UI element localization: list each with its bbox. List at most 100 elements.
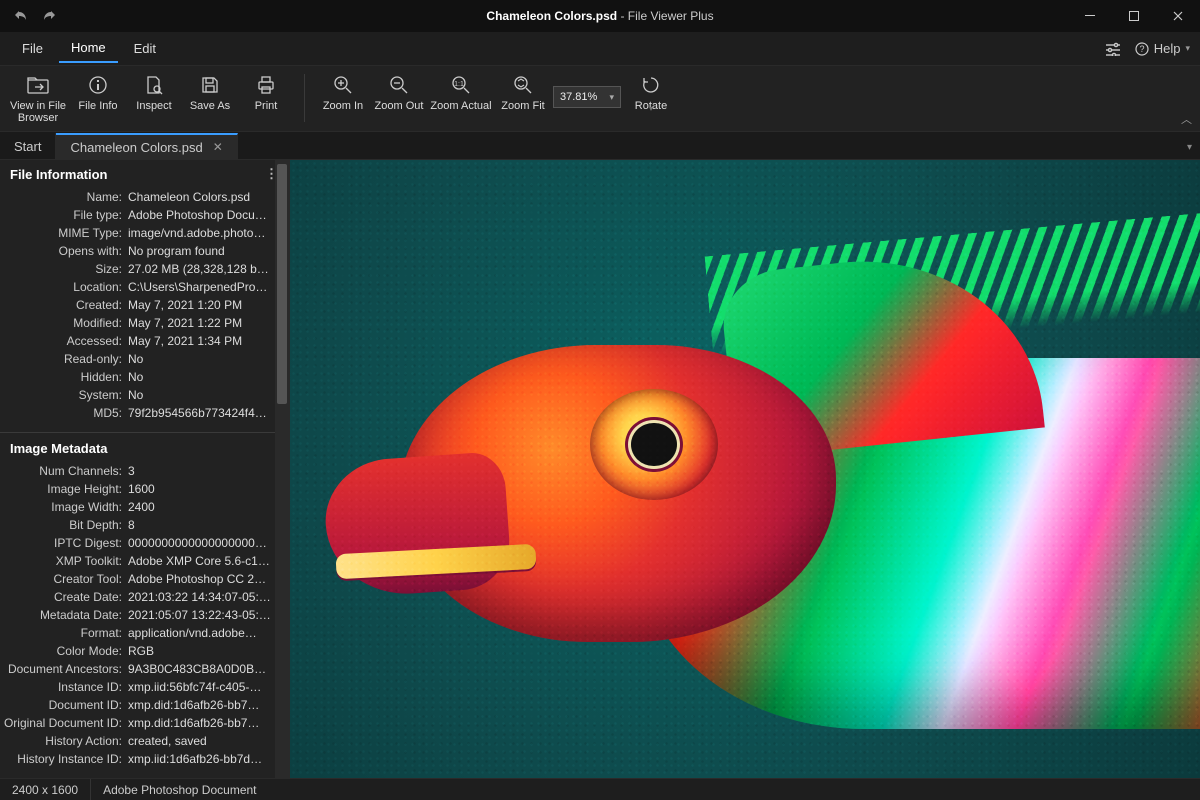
print-icon bbox=[256, 74, 276, 96]
info-value: No bbox=[128, 388, 289, 402]
tool-label: View in File Browser bbox=[10, 100, 66, 124]
info-row: Color Mode:RGB bbox=[0, 642, 289, 660]
info-value: May 7, 2021 1:20 PM bbox=[128, 298, 289, 312]
status-dimensions: 2400 x 1600 bbox=[0, 779, 91, 800]
tool-label: Zoom In bbox=[323, 100, 363, 112]
info-row: Creator Tool:Adobe Photoshop CC 2… bbox=[0, 570, 289, 588]
window-maximize-button[interactable] bbox=[1112, 0, 1156, 32]
info-value: xmp.did:1d6afb26-bb7… bbox=[128, 698, 289, 712]
info-key: Read-only: bbox=[0, 352, 128, 366]
info-value: 79f2b954566b773424f4e7e247c… bbox=[128, 406, 289, 420]
tab-start[interactable]: Start bbox=[0, 133, 56, 159]
info-key: IPTC Digest: bbox=[0, 536, 128, 550]
info-row: Metadata Date:2021:05:07 13:22:43-05:… bbox=[0, 606, 289, 624]
info-key: Color Mode: bbox=[0, 644, 128, 658]
menu-file[interactable]: File bbox=[10, 35, 55, 62]
info-value: 0000000000000000000000… bbox=[128, 536, 289, 550]
info-key: Bit Depth: bbox=[0, 518, 128, 532]
info-value: 2021:05:07 13:22:43-05:… bbox=[128, 608, 289, 622]
tabs-overflow-button[interactable]: ▾ bbox=[1187, 142, 1192, 153]
info-row: XMP Toolkit:Adobe XMP Core 5.6-c1… bbox=[0, 552, 289, 570]
titlebar: Chameleon Colors.psd - File Viewer Plus bbox=[0, 0, 1200, 32]
info-value: xmp.iid:56bfc74f-c405-… bbox=[128, 680, 289, 694]
info-key: Accessed: bbox=[0, 334, 128, 348]
info-row: Num Channels:3 bbox=[0, 462, 289, 480]
info-value: xmp.did:1d6afb26-bb7… bbox=[128, 716, 289, 730]
info-row: Size:27.02 MB (28,328,128 bytes) bbox=[0, 260, 289, 278]
info-row: MD5:79f2b954566b773424f4e7e247c… bbox=[0, 404, 289, 422]
help-menu[interactable]: ? Help ▾ bbox=[1135, 41, 1190, 56]
info-row: Location:C:\Users\SharpenedProductio… bbox=[0, 278, 289, 296]
info-row: Read-only:No bbox=[0, 350, 289, 368]
zoom-in-button[interactable]: Zoom In bbox=[317, 72, 369, 113]
info-value: C:\Users\SharpenedProductio… bbox=[128, 280, 289, 294]
tab-label: Start bbox=[14, 139, 41, 154]
info-sidebar: File Information ⋮ Name:Chameleon Colors… bbox=[0, 160, 290, 778]
zoom-out-button[interactable]: Zoom Out bbox=[373, 72, 425, 113]
chevron-down-icon: ▾ bbox=[609, 92, 614, 103]
info-key: File type: bbox=[0, 208, 128, 222]
info-key: Format: bbox=[0, 626, 128, 640]
folder-arrow-icon bbox=[27, 74, 49, 96]
info-row: Name:Chameleon Colors.psd bbox=[0, 188, 289, 206]
info-icon bbox=[88, 74, 108, 96]
ribbon-group-zoom: Zoom In Zoom Out 1:1 Zoom Actual Zoom Fi… bbox=[317, 72, 677, 113]
zoom-level-dropdown[interactable]: 37.81% ▾ bbox=[553, 86, 621, 108]
tab-close-icon[interactable]: ✕ bbox=[213, 140, 223, 154]
tab-document[interactable]: Chameleon Colors.psd ✕ bbox=[56, 133, 237, 159]
tool-label: Print bbox=[255, 100, 278, 112]
zoom-fit-button[interactable]: Zoom Fit bbox=[497, 72, 549, 113]
info-value: Adobe Photoshop CC 2… bbox=[128, 572, 289, 586]
zoom-actual-button[interactable]: 1:1 Zoom Actual bbox=[429, 72, 493, 113]
info-row: Create Date:2021:03:22 14:34:07-05:… bbox=[0, 588, 289, 606]
scrollbar-thumb[interactable] bbox=[277, 164, 287, 404]
info-row: Document ID:xmp.did:1d6afb26-bb7… bbox=[0, 696, 289, 714]
info-key: Creator Tool: bbox=[0, 572, 128, 586]
chevron-down-icon: ▾ bbox=[649, 104, 653, 113]
info-key: Num Channels: bbox=[0, 464, 128, 478]
zoom-in-icon bbox=[333, 74, 353, 96]
tool-label: File Info bbox=[78, 100, 117, 112]
info-key: Metadata Date: bbox=[0, 608, 128, 622]
info-key: Hidden: bbox=[0, 370, 128, 384]
info-value: 9A3B0C483CB8A0D0B0… bbox=[128, 662, 289, 676]
info-key: System: bbox=[0, 388, 128, 402]
redo-button[interactable] bbox=[40, 7, 58, 25]
info-value: No program found bbox=[128, 244, 289, 258]
info-key: Size: bbox=[0, 262, 128, 276]
image-viewer[interactable] bbox=[290, 160, 1200, 778]
sidebar-scrollbar[interactable] bbox=[275, 160, 289, 778]
info-value: Chameleon Colors.psd bbox=[128, 190, 289, 204]
menu-edit[interactable]: Edit bbox=[122, 35, 168, 62]
print-button[interactable]: Print bbox=[240, 72, 292, 124]
info-value: Adobe XMP Core 5.6-c1… bbox=[128, 554, 289, 568]
tab-label: Chameleon Colors.psd bbox=[70, 140, 202, 155]
ribbon-collapse-button[interactable]: ︿ bbox=[1181, 111, 1192, 127]
window-close-button[interactable] bbox=[1156, 0, 1200, 32]
save-icon bbox=[200, 74, 220, 96]
info-key: MIME Type: bbox=[0, 226, 128, 240]
view-in-file-browser-button[interactable]: View in File Browser bbox=[8, 72, 68, 124]
undo-button[interactable] bbox=[12, 7, 30, 25]
file-info-button[interactable]: File Info bbox=[72, 72, 124, 124]
settings-icon[interactable] bbox=[1105, 42, 1121, 56]
info-key: Document Ancestors: bbox=[0, 662, 128, 676]
rotate-icon bbox=[641, 74, 661, 96]
rotate-button[interactable]: Rotate ▾ bbox=[625, 72, 677, 113]
tool-label: Zoom Fit bbox=[501, 100, 544, 112]
save-as-button[interactable]: Save As bbox=[184, 72, 236, 124]
info-row: Bit Depth:8 bbox=[0, 516, 289, 534]
panel-divider bbox=[0, 432, 289, 433]
document-tabs: Start Chameleon Colors.psd ✕ ▾ bbox=[0, 132, 1200, 160]
info-row: MIME Type:image/vnd.adobe.photoshop bbox=[0, 224, 289, 242]
menubar: File Home Edit ? Help ▾ bbox=[0, 32, 1200, 66]
info-key: Image Height: bbox=[0, 482, 128, 496]
info-value: Adobe Photoshop Document (… bbox=[128, 208, 289, 222]
menu-home[interactable]: Home bbox=[59, 34, 118, 63]
file-info-header: File Information ⋮ bbox=[0, 160, 289, 186]
window-minimize-button[interactable] bbox=[1068, 0, 1112, 32]
inspect-button[interactable]: Inspect bbox=[128, 72, 180, 124]
metadata-header: Image Metadata bbox=[0, 435, 289, 460]
info-value: May 7, 2021 1:22 PM bbox=[128, 316, 289, 330]
info-row: Accessed:May 7, 2021 1:34 PM bbox=[0, 332, 289, 350]
